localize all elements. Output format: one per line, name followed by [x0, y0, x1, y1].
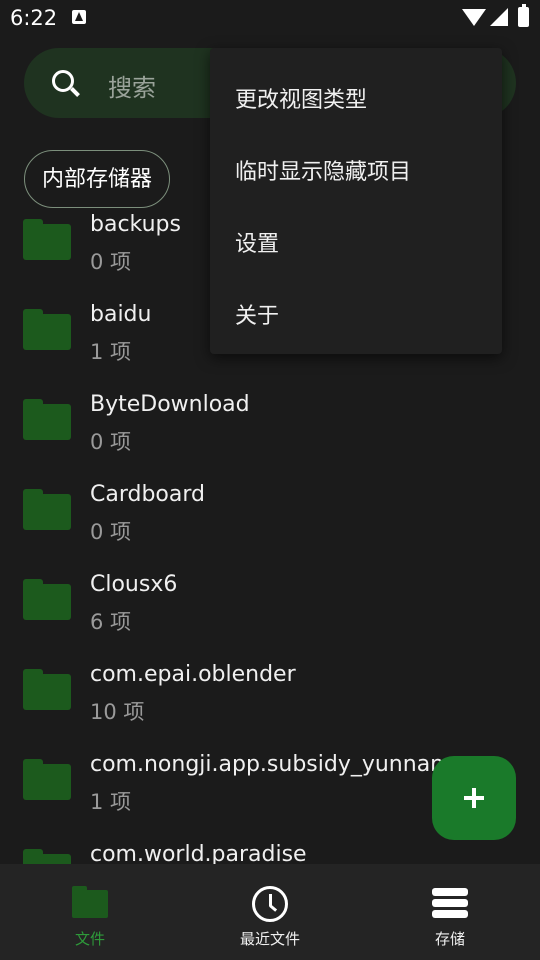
nav-item-recent[interactable]: 最近文件: [180, 864, 360, 960]
storage-icon: [432, 888, 468, 918]
bottom-navigation: 文件 最近文件 存储: [0, 864, 540, 960]
folder-icon: [23, 399, 71, 440]
file-name: baidu: [90, 302, 152, 327]
folder-icon: [23, 489, 71, 530]
menu-item-settings[interactable]: 设置: [235, 226, 279, 258]
status-time: 6:22: [10, 6, 58, 30]
folder-icon: [23, 219, 71, 260]
file-count: 6 项: [90, 610, 132, 634]
folder-icon: [23, 759, 71, 800]
list-item[interactable]: Clousx6 6 项: [0, 564, 540, 654]
nav-label: 文件: [74, 930, 105, 948]
file-name: Cardboard: [90, 482, 205, 507]
list-item[interactable]: com.epai.oblender 10 项: [0, 654, 540, 744]
folder-icon: [23, 579, 71, 620]
file-name: com.epai.oblender: [90, 662, 296, 687]
file-count: 0 项: [90, 250, 132, 274]
file-count: 1 项: [90, 790, 132, 814]
file-count: 1 项: [90, 340, 132, 364]
search-placeholder[interactable]: 搜索: [108, 68, 156, 103]
nav-item-storage[interactable]: 存储: [360, 864, 540, 960]
clock-icon: [252, 886, 288, 922]
battery-icon: [518, 4, 529, 27]
overflow-menu: 更改视图类型 临时显示隐藏项目 设置 关于: [210, 48, 502, 354]
file-count: 10 项: [90, 700, 145, 724]
search-icon[interactable]: [52, 70, 74, 92]
list-item[interactable]: Cardboard 0 项: [0, 474, 540, 564]
nav-label: 最近文件: [239, 930, 300, 948]
folder-icon: [23, 309, 71, 350]
wifi-icon: [462, 9, 486, 26]
file-name: com.world.paradise: [90, 842, 307, 864]
file-count: 0 项: [90, 520, 132, 544]
notification-a-icon: [72, 10, 86, 24]
file-name: ByteDownload: [90, 392, 250, 417]
menu-item-show-hidden[interactable]: 临时显示隐藏项目: [235, 154, 411, 186]
status-bar: 6:22: [0, 0, 540, 38]
file-name: Clousx6: [90, 572, 178, 597]
folder-icon: [23, 849, 71, 864]
file-name: backups: [90, 212, 181, 237]
menu-item-change-view[interactable]: 更改视图类型: [235, 82, 367, 114]
folder-icon: [23, 669, 71, 710]
nav-label: 存储: [434, 930, 465, 948]
add-button[interactable]: [432, 756, 516, 840]
cellular-signal-icon: [490, 8, 508, 26]
menu-item-about[interactable]: 关于: [235, 298, 279, 330]
nav-item-files[interactable]: 文件: [0, 864, 180, 960]
file-name: com.nongji.app.subsidy_yunnan: [90, 752, 445, 777]
file-count: 0 项: [90, 430, 132, 454]
folder-icon: [72, 886, 108, 918]
list-item[interactable]: ByteDownload 0 项: [0, 384, 540, 474]
